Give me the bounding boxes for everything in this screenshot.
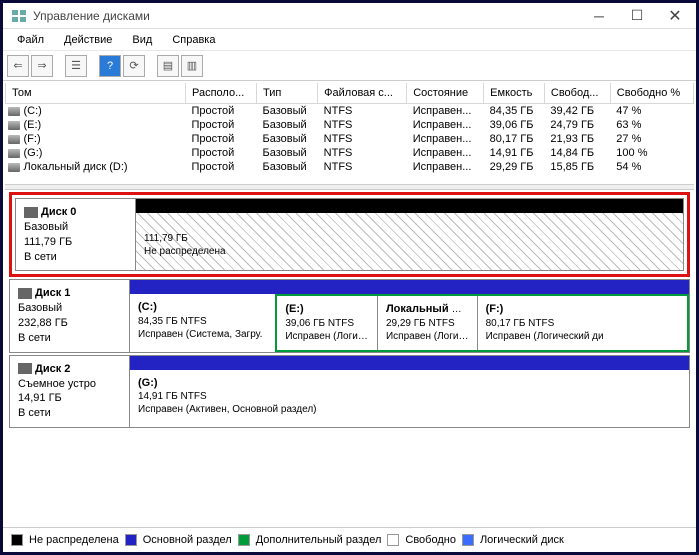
table-row[interactable]: (F:)ПростойБазовыйNTFSИсправен...80,17 Г… [6, 132, 694, 146]
swatch-logical [462, 534, 474, 546]
disk-mgmt-icon [11, 8, 27, 24]
disk1-online: В сети [18, 332, 51, 344]
disk2-partition[interactable]: (G:) 14,91 ГБ NTFS Исправен (Активен, Ос… [130, 370, 689, 427]
disk2-size: 14,91 ГБ [18, 392, 62, 404]
col-free[interactable]: Свобод... [544, 83, 610, 104]
col-layout[interactable]: Располо... [186, 83, 257, 104]
menu-file[interactable]: Файл [7, 31, 54, 49]
disk1-partition[interactable]: (E:)39,06 ГБ NTFSИсправен (Логический , [277, 296, 377, 349]
legend-logical: Логический диск [480, 534, 564, 546]
col-capacity[interactable]: Емкость [484, 83, 545, 104]
disk1-partition[interactable]: Локальный диск (D:)29,29 ГБ NTFSИсправен… [377, 296, 477, 349]
menu-view[interactable]: Вид [122, 31, 162, 49]
legend-primary: Основной раздел [143, 534, 232, 546]
disk0-header[interactable]: Диск 0 Базовый 111,79 ГБ В сети [15, 198, 135, 271]
disk0-unalloc-size: 111,79 ГБ [144, 233, 188, 244]
disk2-header[interactable]: Диск 2 Съемное устро 14,91 ГБ В сети [9, 355, 129, 428]
disk2-stripe [130, 356, 689, 370]
swatch-primary [125, 534, 137, 546]
disk1-partition[interactable]: (C:)84,35 ГБ NTFSИсправен (Система, Загр… [130, 294, 275, 351]
help-button[interactable]: ? [99, 55, 121, 77]
layout-bottom-button[interactable]: ▥ [181, 55, 203, 77]
separator [89, 55, 97, 77]
col-volume[interactable]: Том [6, 83, 186, 104]
table-row[interactable]: (C:)ПростойБазовыйNTFSИсправен...84,35 Г… [6, 104, 694, 119]
col-status[interactable]: Состояние [407, 83, 484, 104]
volume-icon [8, 107, 20, 116]
table-row[interactable]: (G:)ПростойБазовыйNTFSИсправен...14,91 Г… [6, 146, 694, 160]
disk2-title: Диск 2 [35, 363, 70, 375]
volume-icon [8, 149, 20, 158]
legend-ext: Дополнительный раздел [256, 534, 382, 546]
refresh-button[interactable]: ⟳ [123, 55, 145, 77]
legend-unalloc: Не распределена [29, 534, 119, 546]
disk1-type: Базовый [18, 302, 62, 314]
splitter[interactable] [5, 184, 694, 190]
disk0-unallocated[interactable]: 111,79 ГБ Не распределена [136, 213, 683, 270]
volume-icon [8, 135, 20, 144]
maximize-button[interactable]: ☐ [618, 4, 656, 28]
back-button[interactable]: ⇐ [7, 55, 29, 77]
close-button[interactable]: ✕ [656, 4, 694, 28]
col-pct[interactable]: Свободно % [610, 83, 693, 104]
disk0-online: В сети [24, 251, 57, 263]
table-row[interactable]: (E:)ПростойБазовыйNTFSИсправен...39,06 Г… [6, 118, 694, 132]
disk0-title: Диск 0 [41, 206, 76, 218]
swatch-free [387, 534, 399, 546]
disk0-body: 111,79 ГБ Не распределена [135, 198, 684, 271]
volume-table[interactable]: Том Располо... Тип Файловая с... Состоян… [5, 83, 694, 174]
disk0-type: Базовый [24, 221, 68, 233]
menu-action[interactable]: Действие [54, 31, 122, 49]
window-title: Управление дисками [33, 9, 580, 23]
disk2-type: Съемное устро [18, 378, 96, 390]
disk1-size: 232,88 ГБ [18, 317, 68, 329]
swatch-unalloc [11, 534, 23, 546]
disk2-part-info: 14,91 ГБ NTFS [138, 391, 207, 402]
minimize-button[interactable]: ─ [580, 4, 618, 28]
separator [147, 55, 155, 77]
disk0-unalloc-label: Не распределена [144, 246, 226, 257]
disk1-partition[interactable]: (F:)80,17 ГБ NTFSИсправен (Логический ди [477, 296, 621, 349]
disk-icon [18, 363, 32, 374]
col-fs[interactable]: Файловая с... [318, 83, 407, 104]
col-type[interactable]: Тип [257, 83, 318, 104]
disk2-part-status: Исправен (Активен, Основной раздел) [138, 404, 317, 415]
menubar: Файл Действие Вид Справка [3, 29, 696, 51]
disk1-body: (C:)84,35 ГБ NTFSИсправен (Система, Загр… [129, 279, 690, 352]
disk0-stripe [136, 199, 683, 213]
disk1-stripe [130, 280, 689, 294]
table-row[interactable]: Локальный диск (D:)ПростойБазовыйNTFSИсп… [6, 160, 694, 174]
menu-help[interactable]: Справка [162, 31, 225, 49]
disk2-part-label: (G:) [138, 377, 158, 389]
disk1-header[interactable]: Диск 1 Базовый 232,88 ГБ В сети [9, 279, 129, 352]
swatch-ext [238, 534, 250, 546]
extended-partition: (E:)39,06 ГБ NTFSИсправен (Логический ,Л… [275, 294, 689, 351]
legend: Не распределена Основной раздел Дополнит… [3, 527, 696, 552]
volume-icon [8, 163, 20, 172]
highlight-box: Диск 0 Базовый 111,79 ГБ В сети 111,79 Г… [9, 192, 690, 277]
disk2-online: В сети [18, 407, 51, 419]
fwd-button[interactable]: ⇒ [31, 55, 53, 77]
separator [55, 55, 63, 77]
disk2-body: (G:) 14,91 ГБ NTFS Исправен (Активен, Ос… [129, 355, 690, 428]
layout-top-button[interactable]: ▤ [157, 55, 179, 77]
disk-icon [18, 288, 32, 299]
titlebar: Управление дисками ─ ☐ ✕ [3, 3, 696, 29]
view-button[interactable]: ☰ [65, 55, 87, 77]
volume-icon [8, 121, 20, 130]
disk-icon [24, 207, 38, 218]
legend-free: Свободно [405, 534, 456, 546]
disk0-size: 111,79 ГБ [24, 236, 72, 248]
disk1-title: Диск 1 [35, 287, 70, 299]
toolbar: ⇐ ⇒ ☰ ? ⟳ ▤ ▥ [3, 51, 696, 81]
